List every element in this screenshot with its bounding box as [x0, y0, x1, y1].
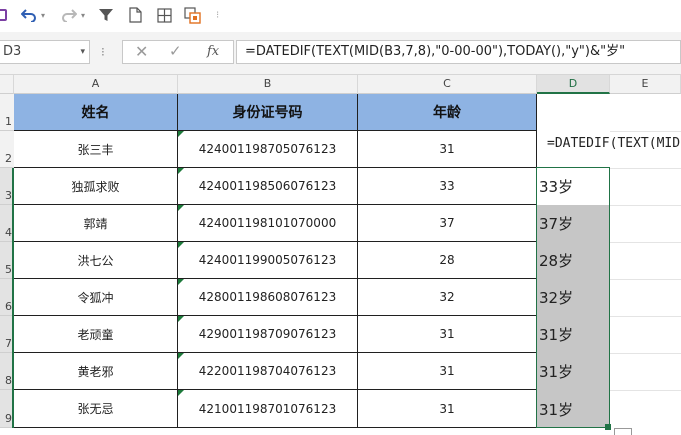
- formula-bar-splitter[interactable]: ⁝: [101, 45, 105, 59]
- toolbar-separator: ⁝: [216, 10, 220, 21]
- gridline: [610, 205, 681, 206]
- cell-name[interactable]: 黄老邪: [14, 353, 178, 390]
- cell-name[interactable]: 独孤求败: [14, 168, 178, 205]
- name-box-dropdown-icon[interactable]: ▾: [80, 41, 85, 63]
- cell-id-text: 428001198608076123: [198, 290, 337, 304]
- column-header-a[interactable]: A: [14, 75, 178, 94]
- text-number-indicator: [178, 242, 184, 248]
- undo-icon[interactable]: [18, 4, 40, 26]
- formula-bar: D3 ▾ ⁝ ✕ ✓ fx =DATEDIF(TEXT(MID(B3,7,8),…: [0, 32, 681, 75]
- cell-name[interactable]: 令狐冲: [14, 279, 178, 316]
- cell-id[interactable]: 421001198701076123: [178, 390, 358, 428]
- cell-d-result[interactable]: 37岁: [537, 205, 609, 242]
- cell-id[interactable]: 424001199005076123: [178, 242, 358, 279]
- cell-name[interactable]: 张无忌: [14, 390, 178, 428]
- cell-d3-active[interactable]: 33岁: [537, 168, 609, 205]
- cell-d-result[interactable]: 31岁: [537, 390, 609, 428]
- gridline: [610, 353, 681, 354]
- cell-d-result[interactable]: 28岁: [537, 242, 609, 279]
- cell-id-text: 424001198705076123: [198, 142, 337, 156]
- table-grid-icon[interactable]: [154, 4, 174, 26]
- cell-d-result[interactable]: 32岁: [537, 279, 609, 316]
- cell-id-text: 424001198101070000: [198, 216, 337, 230]
- cell-d-result[interactable]: 31岁: [537, 353, 609, 390]
- fill-handle[interactable]: [605, 424, 611, 430]
- cell-age[interactable]: 31: [358, 131, 537, 168]
- gridline: [610, 316, 681, 317]
- cell-id[interactable]: 422001198704076123: [178, 353, 358, 390]
- cell-age[interactable]: 31: [358, 390, 537, 428]
- gridline: [610, 242, 681, 243]
- cell-age[interactable]: 32: [358, 279, 537, 316]
- column-header-b[interactable]: B: [178, 75, 358, 94]
- text-number-indicator: [178, 390, 184, 396]
- header-cell-id[interactable]: 身份证号码: [178, 94, 358, 131]
- gridline: [610, 131, 681, 132]
- formula-input[interactable]: =DATEDIF(TEXT(MID(B3,7,8),"0-00-00"),TOD…: [236, 40, 681, 64]
- cell-id[interactable]: 428001198608076123: [178, 279, 358, 316]
- cell-id-text: 429001198709076123: [198, 327, 337, 341]
- row-header-1[interactable]: 1: [0, 94, 14, 131]
- quick-access-toolbar: ▾ ▾ ⁝: [0, 0, 681, 32]
- gridline: [610, 390, 681, 391]
- redo-icon[interactable]: [58, 4, 80, 26]
- header-cell-name[interactable]: 姓名: [14, 94, 178, 131]
- cell-age[interactable]: 31: [358, 353, 537, 390]
- cell-age[interactable]: 33: [358, 168, 537, 205]
- cell-id[interactable]: 424001198506076123: [178, 168, 358, 205]
- column-header-c[interactable]: C: [358, 75, 537, 94]
- save-icon[interactable]: [0, 4, 8, 26]
- cell-age[interactable]: 37: [358, 205, 537, 242]
- cell-id[interactable]: 429001198709076123: [178, 316, 358, 353]
- redo-dropdown-icon[interactable]: ▾: [81, 11, 85, 20]
- document-icon[interactable]: [126, 4, 144, 26]
- cell-name[interactable]: 老顽童: [14, 316, 178, 353]
- cancel-icon[interactable]: ✕: [135, 42, 148, 61]
- text-number-indicator: [178, 316, 184, 322]
- cell-name[interactable]: 张三丰: [14, 131, 178, 168]
- cell-id-text: 422001198704076123: [198, 364, 337, 378]
- gridline: [610, 279, 681, 280]
- text-number-indicator: [178, 131, 184, 137]
- cell-age[interactable]: 28: [358, 242, 537, 279]
- cell-d-result[interactable]: 31岁: [537, 316, 609, 353]
- gridline: [610, 168, 681, 169]
- cell-id-text: 424001198506076123: [198, 179, 337, 193]
- text-number-indicator: [178, 353, 184, 359]
- filter-icon[interactable]: [96, 4, 116, 26]
- column-header-e[interactable]: E: [610, 75, 681, 94]
- name-box[interactable]: D3 ▾: [0, 40, 90, 64]
- header-cell-age[interactable]: 年龄: [358, 94, 537, 131]
- column-header-d[interactable]: D: [537, 75, 610, 94]
- row-header-2[interactable]: 2: [0, 131, 14, 168]
- select-all-corner[interactable]: [0, 75, 14, 94]
- confirm-icon[interactable]: ✓: [169, 42, 182, 60]
- cell-id[interactable]: 424001198101070000: [178, 205, 358, 242]
- quick-analysis-button[interactable]: [614, 428, 632, 435]
- text-number-indicator: [178, 279, 184, 285]
- cell-name[interactable]: 洪七公: [14, 242, 178, 279]
- name-box-value: D3: [3, 44, 22, 59]
- cell-d2-formula-overflow[interactable]: =DATEDIF(TEXT(MID: [547, 136, 680, 151]
- cell-id-text: 424001199005076123: [198, 253, 337, 267]
- cell-id[interactable]: 424001198705076123: [178, 131, 358, 168]
- copy-format-icon[interactable]: [182, 4, 204, 26]
- cell-id-text: 421001198701076123: [198, 401, 337, 416]
- insert-function-icon[interactable]: fx: [207, 44, 219, 59]
- cell-name[interactable]: 郭靖: [14, 205, 178, 242]
- text-number-indicator: [178, 205, 184, 211]
- undo-dropdown-icon[interactable]: ▾: [41, 11, 45, 20]
- cell-age[interactable]: 31: [358, 316, 537, 353]
- text-number-indicator: [178, 168, 184, 174]
- formula-tools: ✕ ✓ fx: [122, 40, 234, 64]
